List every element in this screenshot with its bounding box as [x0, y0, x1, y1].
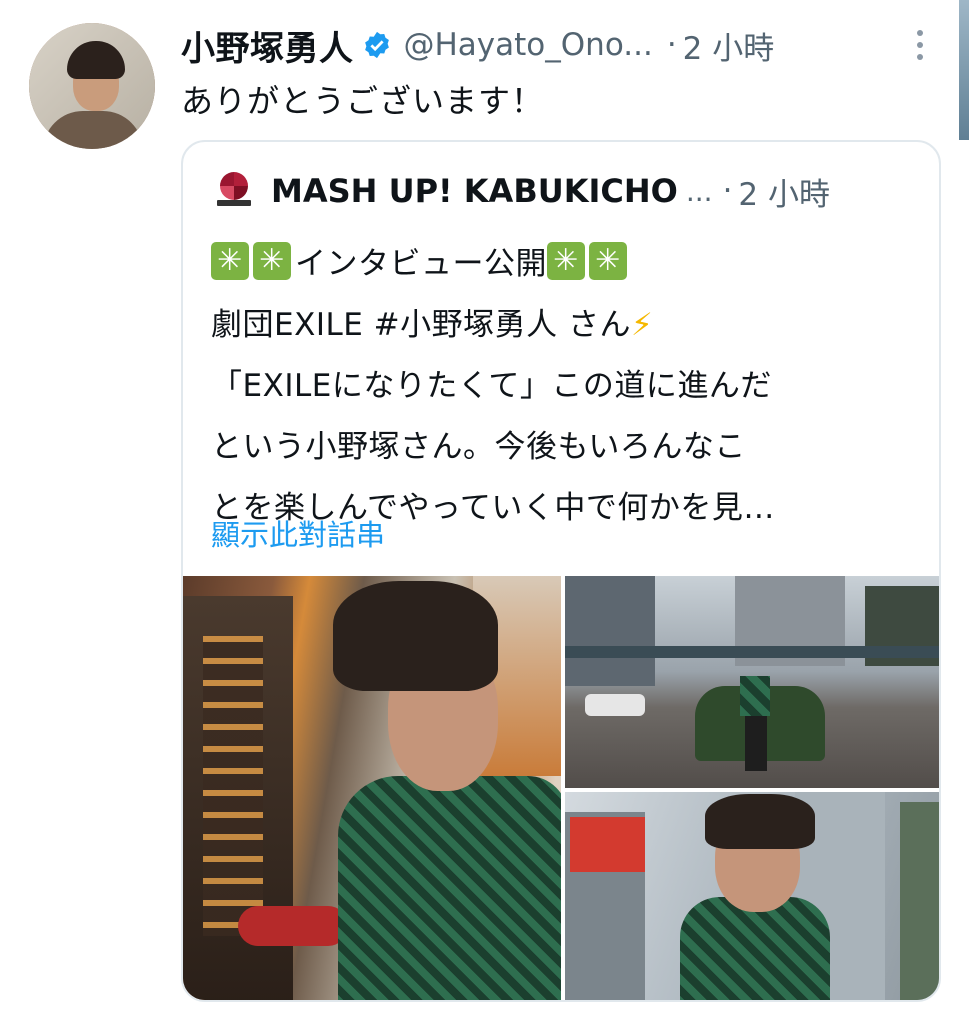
adjacent-image-edge [959, 0, 969, 140]
quoted-timestamp[interactable]: 2 小時 [738, 169, 830, 214]
quoted-line-4: という小野塚さん。今後もいろんなこ [211, 429, 746, 465]
author-handle[interactable]: @Hayato_Ono... [404, 27, 653, 63]
mashup-logo-icon [217, 172, 251, 210]
quoted-tweet-card[interactable]: MASH UP! KABUKICHO ... · 2 小時 インタビュー公開 劇… [181, 140, 941, 1002]
header-separator: · [666, 27, 677, 63]
sparkle-emoji-icon [211, 242, 249, 280]
more-options-icon[interactable] [908, 24, 932, 64]
quoted-line-1: インタビュー公開 [211, 234, 921, 295]
quoted-account-name[interactable]: MASH UP! KABUKICHO [271, 172, 678, 210]
sparkle-emoji-icon [547, 242, 585, 280]
quoted-line-3: 「EXILEになりたくて」この道に進んだ [211, 368, 772, 404]
author-name[interactable]: 小野塚勇人 [181, 21, 354, 70]
tweet-timestamp[interactable]: 2 小時 [683, 23, 775, 68]
quoted-line-2-text: 劇団EXILE #小野塚勇人 さん [211, 307, 632, 343]
tweet-header: 小野塚勇人 @Hayato_Ono... · 2 小時 [181, 20, 774, 70]
sparkle-emoji-icon [253, 242, 291, 280]
media-grid [183, 576, 939, 1000]
quoted-tweet-text: インタビュー公開 劇団EXILE #小野塚勇人 さん⚡ 「EXILEになりたくて… [211, 234, 921, 539]
quoted-header-separator: · [722, 173, 733, 209]
verified-badge-icon [364, 31, 389, 59]
tweet-text: ありがとうございます！ [181, 82, 545, 120]
quoted-line-1-text: インタビュー公開 [295, 246, 547, 282]
show-thread-link[interactable]: 顯示此對話串 [211, 512, 385, 554]
quoted-name-ellipsis: ... [685, 174, 713, 208]
media-photo-1[interactable] [183, 576, 561, 1000]
media-photo-2[interactable] [565, 576, 939, 788]
author-avatar[interactable] [29, 23, 155, 149]
sparkle-emoji-icon [589, 242, 627, 280]
quoted-tweet-header: MASH UP! KABUKICHO ... · 2 小時 [217, 168, 830, 214]
quoted-line-2: 劇団EXILE #小野塚勇人 さん⚡ [211, 295, 921, 356]
media-photo-3[interactable] [565, 792, 939, 1000]
lightning-emoji-icon: ⚡ [631, 307, 654, 343]
